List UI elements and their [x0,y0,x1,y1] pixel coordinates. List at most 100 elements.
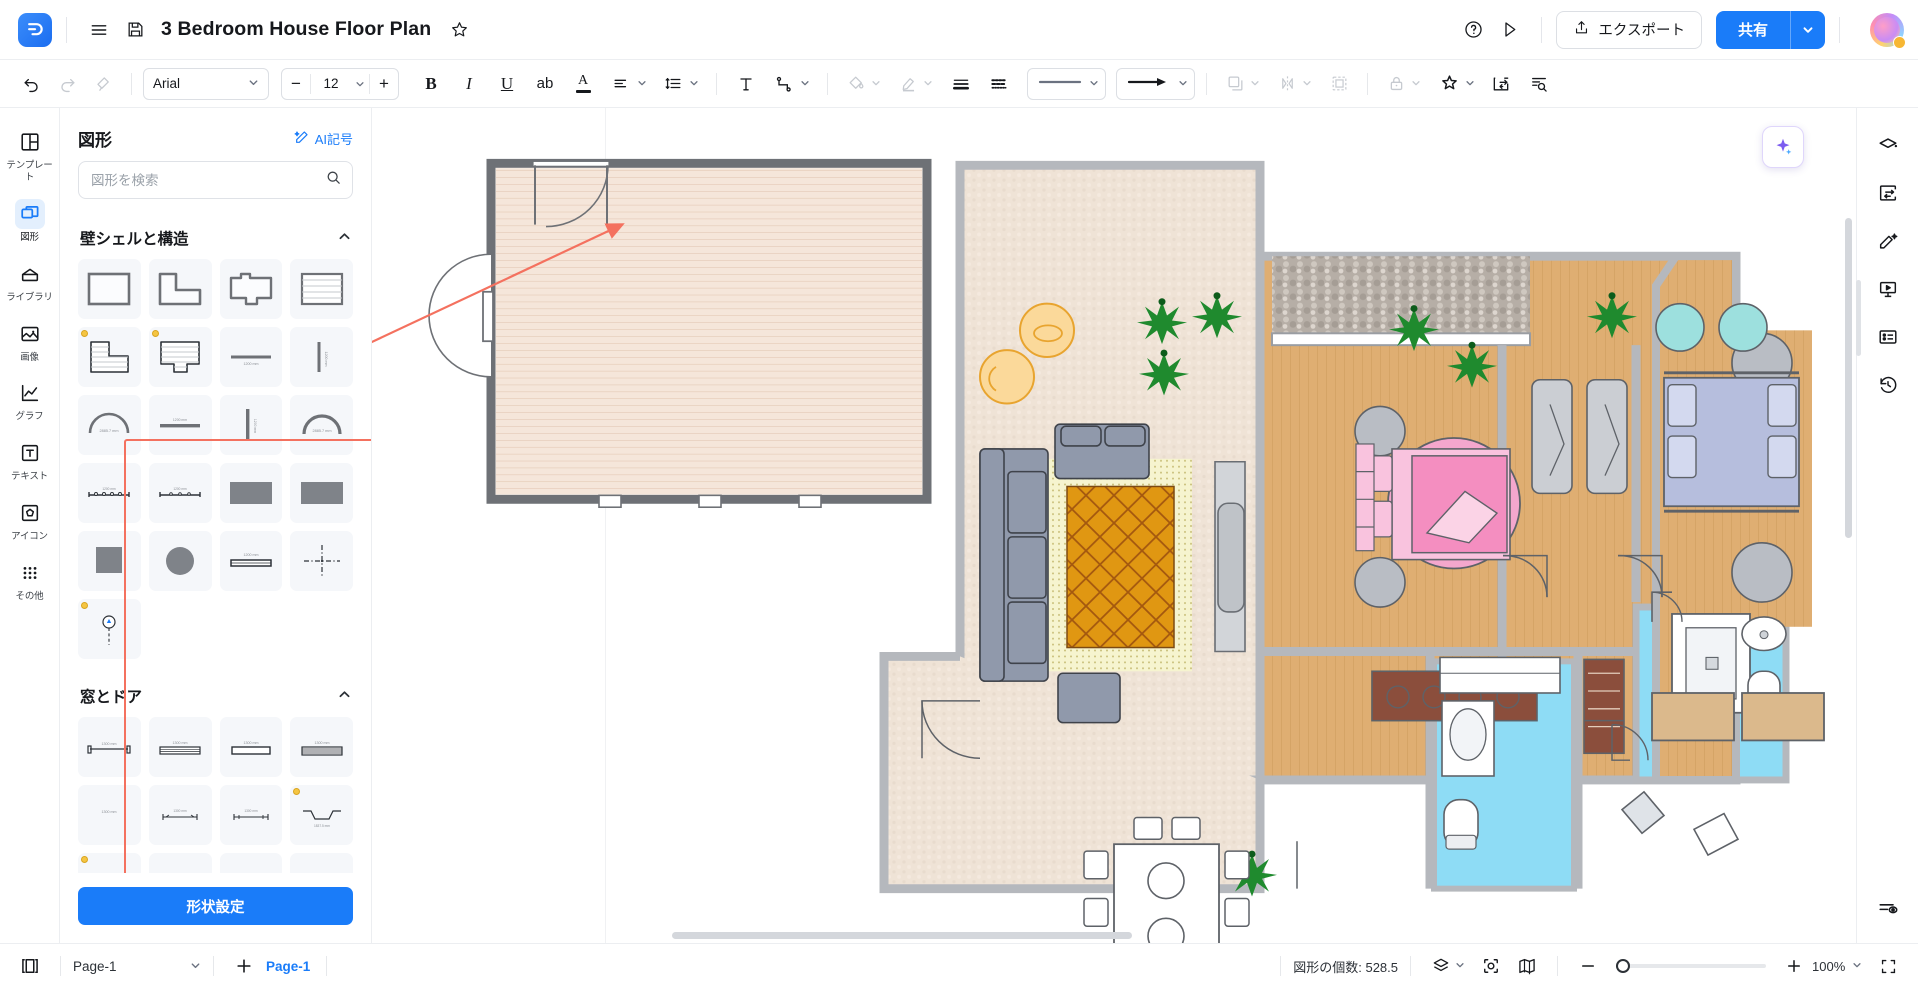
chevron-down-icon[interactable] [1852,960,1862,972]
shape-hatch-rect[interactable] [290,259,353,319]
shape-block-circle[interactable] [148,531,212,591]
avatar[interactable] [1870,12,1906,49]
bold-button[interactable]: B [413,67,449,101]
chevron-down-icon[interactable] [351,79,369,89]
group-objects-icon[interactable] [1322,67,1356,101]
strikethrough-button[interactable]: ab [527,67,563,101]
shape-window-plain[interactable]: 1300 mm [78,785,141,845]
share-button[interactable]: 共有 [1715,10,1825,49]
shape-block-wide-2[interactable] [290,463,353,523]
history-clock-icon[interactable] [1869,366,1907,404]
redo-arrow-icon[interactable] [50,67,84,101]
chevron-down-icon[interactable] [1302,78,1312,90]
chevron-down-icon[interactable] [800,78,810,90]
shape-arc-wall-2[interactable]: 2885.7 mm [290,395,353,455]
shape-window-single[interactable]: 1300 mm [219,717,283,777]
fullscreen-icon[interactable] [1870,948,1906,984]
ai-symbol-link[interactable]: AI記号 [294,129,353,148]
shape-railing-b[interactable]: 1200 mm [148,463,212,523]
star-outline-icon[interactable] [441,12,477,48]
notes-list-icon[interactable] [1869,318,1907,356]
star-effects-icon[interactable] [1431,67,1467,101]
line-style-select[interactable] [1027,67,1106,100]
hamburger-menu-icon[interactable] [81,12,117,48]
shape-window-triple[interactable]: 1300 mm [290,717,353,777]
arrange-layers-icon[interactable] [1218,67,1252,101]
shape-block-wide[interactable] [219,463,283,523]
panel-resize-handle[interactable] [1856,280,1861,356]
ai-assistant-button[interactable] [1762,126,1804,168]
sidebar-item-chart[interactable]: グラフ [2,371,58,429]
line-spacing-icon[interactable] [655,67,691,101]
shape-opening-b[interactable]: 1300 mm [219,785,283,845]
font-size-stepper[interactable]: − 12 + [281,67,399,100]
search-icon[interactable] [325,169,342,191]
chevron-down-icon[interactable] [871,78,881,90]
replace-shape-icon[interactable] [1483,67,1519,101]
lock-icon[interactable] [1379,67,1413,101]
zoom-value[interactable]: 100% [1812,959,1850,974]
shape-opening-a[interactable]: 1300 mm [148,785,212,845]
text-box-icon[interactable] [728,67,764,101]
shape-arc-wall[interactable]: 2885.7 mm [78,395,141,455]
shape-window-double[interactable]: 1300 mm [148,717,212,777]
shape-door-swing-2[interactable] [290,853,353,873]
zoom-slider[interactable] [1616,959,1766,973]
arrow-style-select[interactable] [1116,67,1195,100]
find-replace-icon[interactable] [1521,67,1557,101]
ai-style-icon[interactable] [1869,222,1907,260]
search-box[interactable] [78,161,353,199]
search-input[interactable] [91,172,325,188]
connector-icon[interactable] [766,67,802,101]
shape-door-swing[interactable] [219,853,283,873]
add-page-button[interactable] [226,948,262,984]
sidebar-item-image[interactable]: 画像 [2,312,58,370]
minimap-icon[interactable] [1509,948,1545,984]
vertical-scrollbar[interactable] [1845,218,1852,538]
text-align-icon[interactable] [603,67,639,101]
shape-hatch-l[interactable] [78,327,141,387]
page-tab-page-1[interactable]: Page-1 [262,959,314,974]
zoom-out-button[interactable] [1570,948,1606,984]
canvas-area[interactable] [372,108,1856,943]
shape-settings-button[interactable]: 形状設定 [78,887,353,925]
chevron-down-icon[interactable] [1411,78,1421,90]
chevron-down-icon[interactable] [1791,11,1825,49]
chevron-down-icon[interactable] [1455,960,1465,972]
shape-wall-vert-bar[interactable]: 1200 mm [219,395,283,455]
shape-door-right[interactable] [148,853,212,873]
shape-wall-bar[interactable]: 1200 mm [148,395,212,455]
shape-axis-cross[interactable] [290,531,353,591]
sidebar-item-shapes[interactable]: 図形 [2,192,58,250]
page-setup-icon[interactable] [1869,174,1907,212]
chevron-down-icon[interactable] [1250,78,1260,90]
shape-section-header[interactable]: 窓とドア [78,675,353,717]
shape-hatch-u[interactable] [148,327,212,387]
page-title[interactable]: 3 Bedroom House Floor Plan [161,18,431,41]
chevron-down-icon[interactable] [1465,78,1475,90]
zoom-slider-knob[interactable] [1616,959,1630,973]
chevron-down-icon[interactable] [689,78,699,90]
shape-wall-vertical[interactable]: 1200 mm [290,327,353,387]
play-triangle-icon[interactable] [1491,12,1527,48]
undo-arrow-icon[interactable] [14,67,48,101]
line-dash-icon[interactable] [981,67,1017,101]
shape-elevation-marker[interactable] [78,599,141,659]
font-color-button[interactable]: A [565,67,601,101]
shape-room-rect[interactable] [78,259,141,319]
shape-wall-thin[interactable]: 1200 mm [219,327,283,387]
focus-target-icon[interactable] [1473,948,1509,984]
horizontal-scrollbar[interactable] [672,932,1132,939]
sidebar-item-more[interactable]: その他 [2,551,58,609]
font-family-select[interactable]: Arial [143,67,269,100]
layers-icon[interactable] [1423,948,1459,984]
floor-plan-drawing[interactable] [372,108,1856,943]
increase-font-size-button[interactable]: + [370,69,398,99]
pen-color-icon[interactable] [891,67,925,101]
shape-bay-window[interactable]: 1837.5 mm [290,785,353,845]
flip-mirror-icon[interactable] [1270,67,1304,101]
outline-view-icon[interactable] [1869,889,1907,927]
shape-beam[interactable]: 1200 mm [219,531,283,591]
shape-room-t[interactable] [219,259,283,319]
sidebar-item-template[interactable]: テンプレート [2,120,58,190]
